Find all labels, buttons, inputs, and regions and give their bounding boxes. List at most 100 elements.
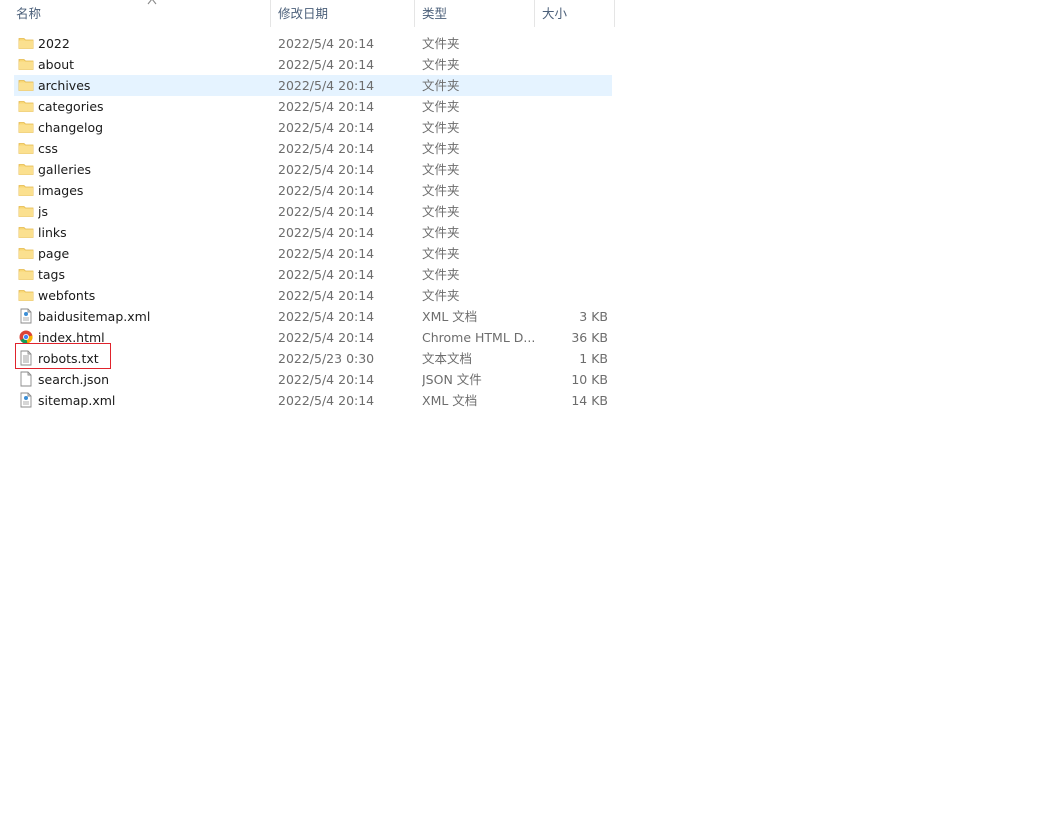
file-modified-date: 2022/5/4 20:14 [278, 141, 375, 156]
file-row[interactable]: archives 2022/5/4 20:14 文件夹 [14, 75, 612, 96]
file-row[interactable]: changelog 2022/5/4 20:14 文件夹 [14, 117, 612, 138]
file-name[interactable]: index.html [38, 327, 268, 348]
file-size [542, 75, 608, 96]
blank-file-icon [18, 369, 34, 390]
file-row[interactable]: 2022 2022/5/4 20:14 文件夹 [14, 33, 612, 54]
file-row[interactable]: images 2022/5/4 20:14 文件夹 [14, 180, 612, 201]
file-modified-date: 2022/5/4 20:14 [278, 309, 375, 324]
file-row[interactable]: js 2022/5/4 20:14 文件夹 [14, 201, 612, 222]
file-size [542, 180, 608, 201]
folder-icon [18, 75, 34, 96]
folder-icon [18, 222, 34, 243]
file-size [542, 285, 608, 306]
xml-file-icon [18, 306, 34, 327]
column-header-bar: 名称 修改日期 类型 大小 [0, 0, 616, 27]
column-header-type-label: 类型 [422, 6, 448, 21]
column-header-date[interactable]: 修改日期 [272, 0, 414, 27]
file-row[interactable]: page 2022/5/4 20:14 文件夹 [14, 243, 612, 264]
file-modified-date: 2022/5/4 20:14 [278, 162, 375, 177]
file-modified-date: 2022/5/4 20:14 [278, 330, 375, 345]
file-modified-date: 2022/5/4 20:14 [278, 57, 375, 72]
file-size [542, 243, 608, 264]
file-name[interactable]: galleries [38, 159, 268, 180]
file-size [542, 138, 608, 159]
file-modified-date: 2022/5/4 20:14 [278, 120, 375, 135]
folder-icon [18, 180, 34, 201]
file-name[interactable]: sitemap.xml [38, 390, 268, 411]
column-divider[interactable] [614, 0, 615, 27]
file-modified-date: 2022/5/4 20:14 [278, 225, 375, 240]
file-name[interactable]: robots.txt [38, 348, 268, 369]
file-name[interactable]: 2022 [38, 33, 268, 54]
file-size [542, 54, 608, 75]
file-row[interactable]: tags 2022/5/4 20:14 文件夹 [14, 264, 612, 285]
column-header-type[interactable]: 类型 [416, 0, 534, 27]
file-modified-date: 2022/5/23 0:30 [278, 351, 375, 366]
column-header-name-label: 名称 [16, 6, 42, 21]
file-name[interactable]: webfonts [38, 285, 268, 306]
folder-icon [18, 285, 34, 306]
file-row[interactable]: css 2022/5/4 20:14 文件夹 [14, 138, 612, 159]
sort-ascending-icon [147, 0, 157, 7]
column-header-name[interactable]: 名称 [10, 0, 270, 27]
file-type: 文件夹 [422, 183, 460, 198]
file-name[interactable]: about [38, 54, 268, 75]
file-row[interactable]: about 2022/5/4 20:14 文件夹 [14, 54, 612, 75]
file-type: 文件夹 [422, 36, 460, 51]
file-row[interactable]: robots.txt 2022/5/23 0:30 文本文档 1 KB [14, 348, 612, 369]
file-modified-date: 2022/5/4 20:14 [278, 246, 375, 261]
file-size [542, 222, 608, 243]
file-row[interactable]: galleries 2022/5/4 20:14 文件夹 [14, 159, 612, 180]
file-size: 3 KB [579, 309, 608, 324]
file-row[interactable]: baidusitemap.xml 2022/5/4 20:14 XML 文档 3 KB [14, 306, 612, 327]
file-type: 文件夹 [422, 141, 460, 156]
folder-icon [18, 96, 34, 117]
file-type: 文件夹 [422, 99, 460, 114]
file-row[interactable]: index.html 2022/5/4 20:14 Chrome HTML D...… [14, 327, 612, 348]
file-modified-date: 2022/5/4 20:14 [278, 78, 375, 93]
chrome-html-icon [18, 327, 34, 348]
file-modified-date: 2022/5/4 20:14 [278, 36, 375, 51]
file-size [542, 159, 608, 180]
folder-icon [18, 138, 34, 159]
file-type: JSON 文件 [422, 372, 482, 387]
column-divider[interactable] [534, 0, 535, 27]
file-type: 文件夹 [422, 225, 460, 240]
file-row[interactable]: categories 2022/5/4 20:14 文件夹 [14, 96, 612, 117]
folder-icon [18, 243, 34, 264]
file-row[interactable]: sitemap.xml 2022/5/4 20:14 XML 文档 14 KB [14, 390, 612, 411]
file-type: 文件夹 [422, 78, 460, 93]
file-type: 文件夹 [422, 204, 460, 219]
file-size: 36 KB [571, 330, 608, 345]
file-size: 14 KB [571, 393, 608, 408]
file-name[interactable]: page [38, 243, 268, 264]
file-name[interactable]: baidusitemap.xml [38, 306, 268, 327]
folder-icon [18, 159, 34, 180]
folder-icon [18, 33, 34, 54]
file-type: XML 文档 [422, 393, 478, 408]
file-modified-date: 2022/5/4 20:14 [278, 99, 375, 114]
column-header-size-label: 大小 [542, 6, 568, 21]
file-name[interactable]: js [38, 201, 268, 222]
file-row[interactable]: links 2022/5/4 20:14 文件夹 [14, 222, 612, 243]
file-name[interactable]: tags [38, 264, 268, 285]
file-modified-date: 2022/5/4 20:14 [278, 183, 375, 198]
file-name[interactable]: links [38, 222, 268, 243]
file-name[interactable]: changelog [38, 117, 268, 138]
file-size: 10 KB [571, 372, 608, 387]
file-name[interactable]: search.json [38, 369, 268, 390]
file-size [542, 33, 608, 54]
file-type: 文本文档 [422, 351, 473, 366]
file-name[interactable]: css [38, 138, 268, 159]
folder-icon [18, 54, 34, 75]
file-name[interactable]: archives [38, 75, 268, 96]
column-divider[interactable] [270, 0, 271, 27]
file-name[interactable]: images [38, 180, 268, 201]
file-modified-date: 2022/5/4 20:14 [278, 288, 375, 303]
file-row[interactable]: search.json 2022/5/4 20:14 JSON 文件 10 KB [14, 369, 612, 390]
column-divider[interactable] [414, 0, 415, 27]
file-name[interactable]: categories [38, 96, 268, 117]
file-row[interactable]: webfonts 2022/5/4 20:14 文件夹 [14, 285, 612, 306]
file-size [542, 201, 608, 222]
column-header-size[interactable]: 大小 [536, 0, 614, 27]
